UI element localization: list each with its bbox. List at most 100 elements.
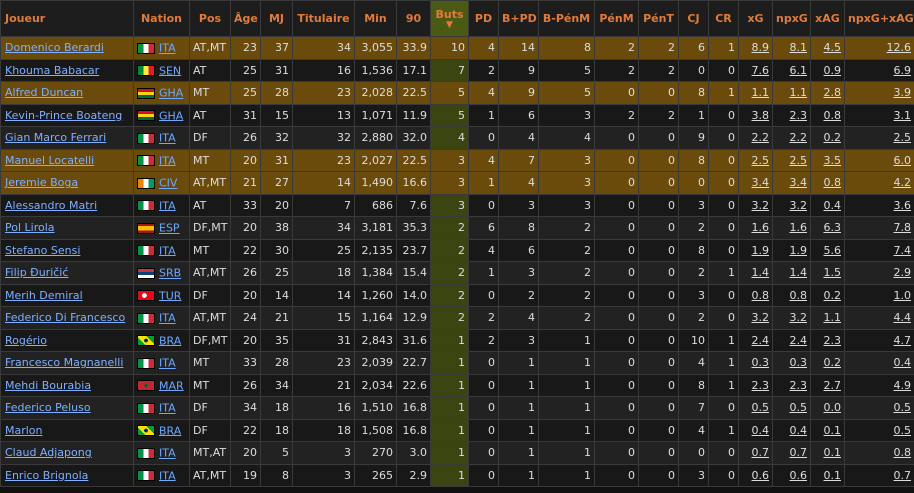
nation-link[interactable]: TUR [159,289,181,302]
cell-xag[interactable]: 1.5 [810,261,845,285]
cell-npxgxag[interactable]: 6.0 [844,148,914,172]
cell-npxgxag[interactable]: 3.9 [844,81,914,105]
nation-link[interactable]: ESP [159,222,180,235]
player-link[interactable]: Rogério [5,334,47,347]
cell-xg[interactable]: 2.3 [738,373,773,397]
nation-link[interactable]: ITA [159,42,176,55]
player-link[interactable]: Stefano Sensi [5,244,80,257]
player-link[interactable]: Alessandro Matri [5,199,97,212]
header-bpd[interactable]: B+PD [498,0,539,37]
cell-xag[interactable]: 0.2 [810,283,845,307]
nation-link[interactable]: ITA [159,469,176,482]
cell-npxgxag[interactable]: 0.7 [844,463,914,487]
player-link[interactable]: Filip Đuričić [5,266,68,279]
header-npxg[interactable]: npxG [772,0,811,37]
player-link[interactable]: Pol Lirola [5,221,55,234]
cell-npxg[interactable]: 3.4 [772,171,811,195]
cell-xg[interactable]: 2.5 [738,148,773,172]
cell-npxg[interactable]: 6.1 [772,58,811,82]
cell-xag[interactable]: 0.2 [810,351,845,375]
cell-npxg[interactable]: 1.1 [772,81,811,105]
header-titulaire[interactable]: Titulaire [292,0,355,37]
cell-xag[interactable]: 5.6 [810,238,845,262]
cell-npxg[interactable]: 2.3 [772,373,811,397]
nation-link[interactable]: ITA [159,447,176,460]
cell-xag[interactable]: 0.0 [810,396,845,420]
cell-npxgxag[interactable]: 4.7 [844,328,914,352]
cell-xag[interactable]: 2.7 [810,373,845,397]
nation-link[interactable]: ITA [159,244,176,257]
cell-xag[interactable]: 0.9 [810,58,845,82]
cell-npxg[interactable]: 1.9 [772,238,811,262]
cell-xg[interactable]: 3.2 [738,306,773,330]
cell-xg[interactable]: 0.4 [738,418,773,442]
header-pent[interactable]: PénT [638,0,679,37]
cell-npxg[interactable]: 0.7 [772,441,811,465]
cell-xg[interactable]: 8.9 [738,36,773,60]
cell-xg[interactable]: 2.2 [738,126,773,150]
cell-npxgxag[interactable]: 4.2 [844,171,914,195]
cell-npxgxag[interactable]: 6.9 [844,58,914,82]
cell-npxg[interactable]: 0.5 [772,396,811,420]
nation-link[interactable]: SEN [159,64,181,77]
cell-xag[interactable]: 0.4 [810,193,845,217]
nation-link[interactable]: GHA [159,109,183,122]
cell-xag[interactable]: 2.8 [810,81,845,105]
cell-npxg[interactable]: 2.3 [772,103,811,127]
cell-npxg[interactable]: 0.4 [772,418,811,442]
cell-xg[interactable]: 0.7 [738,441,773,465]
nation-link[interactable]: ITA [159,402,176,415]
cell-xag[interactable]: 0.8 [810,103,845,127]
nation-link[interactable]: GHA [159,87,183,100]
header-buts[interactable]: Buts ▼ [430,0,469,37]
cell-xag[interactable]: 6.3 [810,216,845,240]
cell-xg[interactable]: 2.4 [738,328,773,352]
cell-npxgxag[interactable]: 0.5 [844,418,914,442]
header-pos[interactable]: Pos [189,0,231,37]
cell-npxgxag[interactable]: 2.5 [844,126,914,150]
cell-npxgxag[interactable]: 4.4 [844,306,914,330]
player-link[interactable]: Gian Marco Ferrari [5,131,106,144]
cell-xag[interactable]: 4.5 [810,36,845,60]
cell-npxg[interactable]: 0.6 [772,463,811,487]
player-link[interactable]: Merih Demiral [5,289,83,302]
cell-npxgxag[interactable]: 3.1 [844,103,914,127]
header-cr[interactable]: CR [708,0,739,37]
cell-xg[interactable]: 0.5 [738,396,773,420]
player-link[interactable]: Domenico Berardi [5,41,104,54]
player-link[interactable]: Marlon [5,424,43,437]
cell-npxgxag[interactable]: 0.4 [844,351,914,375]
cell-xg[interactable]: 1.6 [738,216,773,240]
header-min[interactable]: Min [354,0,397,37]
cell-xg[interactable]: 1.9 [738,238,773,262]
cell-npxgxag[interactable]: 0.5 [844,396,914,420]
cell-xg[interactable]: 0.6 [738,463,773,487]
player-link[interactable]: Mehdi Bourabia [5,379,91,392]
player-link[interactable]: Enrico Brignola [5,469,88,482]
cell-npxgxag[interactable]: 2.9 [844,261,914,285]
cell-xag[interactable]: 2.3 [810,328,845,352]
cell-npxg[interactable]: 8.1 [772,36,811,60]
cell-xag[interactable]: 0.1 [810,463,845,487]
nation-link[interactable]: ITA [159,154,176,167]
cell-npxgxag[interactable]: 3.6 [844,193,914,217]
nation-link[interactable]: ITA [159,357,176,370]
header-nation[interactable]: Nation [133,0,190,37]
header-mj[interactable]: MJ [260,0,293,37]
header-pd[interactable]: PD [468,0,499,37]
cell-npxg[interactable]: 2.4 [772,328,811,352]
cell-npxgxag[interactable]: 7.4 [844,238,914,262]
player-link[interactable]: Kevin-Prince Boateng [5,109,122,122]
header-90[interactable]: 90 [396,0,431,37]
cell-npxgxag[interactable]: 4.9 [844,373,914,397]
cell-xag[interactable]: 3.5 [810,148,845,172]
header-xag[interactable]: xAG [810,0,845,37]
nation-link[interactable]: BRA [159,424,181,437]
nation-link[interactable]: ITA [159,132,176,145]
cell-npxg[interactable]: 1.6 [772,216,811,240]
header-penm[interactable]: PénM [594,0,639,37]
cell-xag[interactable]: 0.1 [810,441,845,465]
header-player[interactable]: Joueur [0,0,134,37]
header-bpenm[interactable]: B-PénM [538,0,595,37]
player-link[interactable]: Alfred Duncan [5,86,83,99]
